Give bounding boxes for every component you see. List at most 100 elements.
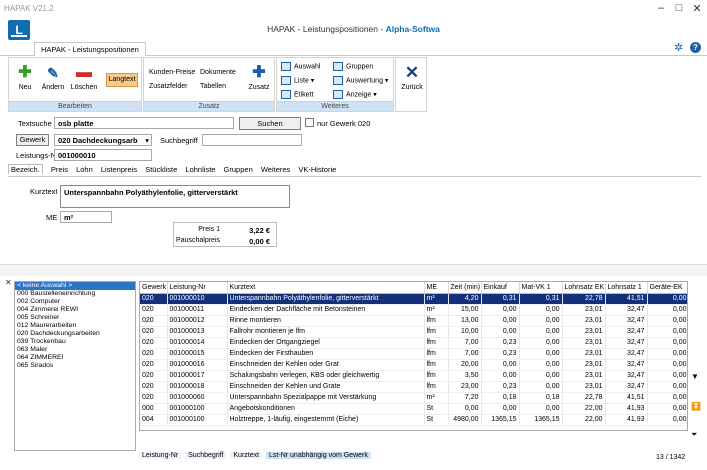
column-header[interactable]: Geräte-EK	[647, 282, 687, 294]
table-row[interactable]: 020 001000017 Schalungsbahn verlegen, KBS …	[140, 370, 687, 382]
suchbegriff-input[interactable]	[202, 134, 302, 146]
column-header[interactable]: Zeit (min)	[448, 282, 482, 294]
sort-tab-suchbegriff[interactable]: Suchbegriff	[185, 452, 227, 459]
leistungen-table: Gewerk Leistung-Nr Kurztext ME Zeit (min) Ein…	[139, 281, 688, 431]
table-cell: 4,20	[448, 293, 482, 305]
table-row[interactable]: 020 001000010 Unterspannbahn Polyäthylenfo…	[140, 293, 687, 305]
auswertung-button[interactable]: Auswertung ▾	[333, 76, 388, 85]
table-row[interactable]: 020 001000060 Unterspannbahn Spezialpappe …	[140, 392, 687, 404]
table-cell: Einschneiden der Kehlen und Grate	[227, 381, 425, 393]
tab-vk-historie[interactable]: VK-Historie	[298, 165, 336, 174]
tab-stueckliste[interactable]: Stückliste	[145, 165, 177, 174]
tab-lohn[interactable]: Lohn	[76, 165, 93, 174]
table-cell: St	[424, 403, 449, 415]
gruppen-button[interactable]: Gruppen	[333, 62, 373, 71]
table-row[interactable]: 020 001000014 Eindecken der Ortgangziegel l…	[140, 337, 687, 349]
table-cell: 001000017	[167, 370, 228, 382]
table-cell: 0,23	[481, 348, 520, 360]
tab-preis[interactable]: Preis	[51, 165, 68, 174]
list-item[interactable]: 039 Trockenbau	[15, 338, 135, 346]
tab-listenpreis[interactable]: Listenpreis	[101, 165, 137, 174]
etikett-button[interactable]: Etikett	[281, 90, 313, 99]
table-cell: 0,00	[647, 315, 687, 327]
tabellen-button[interactable]: Tabellen	[200, 83, 226, 90]
list-item[interactable]: 020 Dachdeckungsarbeiten	[15, 330, 135, 338]
column-header[interactable]: Gewerk	[140, 282, 168, 294]
fast-forward-icon[interactable]: ⏬	[691, 402, 701, 411]
zurueck-button[interactable]: ✕ Zurück	[398, 64, 426, 92]
kurztext-field[interactable]: Unterspannbahn Polyäthylenfolie, gitterv…	[60, 185, 290, 208]
gewerk-button[interactable]: Gewerk	[16, 134, 49, 146]
loeschen-button[interactable]: ▬ Löschen	[69, 64, 99, 91]
list-item[interactable]: < keine Auswahl >	[15, 282, 135, 290]
list-item[interactable]: 063 Maler	[15, 346, 135, 354]
list-item[interactable]: 065 Sirados	[15, 362, 135, 370]
table-cell: 020	[140, 315, 168, 327]
close-window-button[interactable]: ✕	[690, 2, 704, 15]
table-row[interactable]: 020 001000015 Eindecken der Firsthauben lfm…	[140, 348, 687, 360]
table-row[interactable]: 000 001000100 Angebotskonditionen St 0,00 0,0…	[140, 403, 687, 415]
last-arrow-icon[interactable]: ⏷	[691, 430, 697, 440]
me-label: ME	[46, 213, 58, 222]
column-header[interactable]: Mat-VK 1	[519, 282, 563, 294]
zusatz-button[interactable]: ✚ Zusatz	[246, 64, 272, 91]
edit-icon: ✎	[47, 65, 59, 81]
column-header[interactable]: ME	[424, 282, 449, 294]
maximize-button[interactable]: □	[672, 2, 686, 14]
table-cell: 3,50	[448, 370, 482, 382]
aendern-button[interactable]: ✎ Ändern	[39, 64, 67, 91]
langtext-button[interactable]: Langtext	[106, 73, 138, 87]
nur-gewerk-label: nur Gewerk 020	[317, 119, 371, 128]
textsuche-input[interactable]: osb platte	[54, 117, 234, 129]
kunden-preise-button[interactable]: Kunden-Preise	[149, 69, 195, 76]
table-row[interactable]: 020 001000011 Eindecken der Dachfläche mit…	[140, 304, 687, 316]
table-row[interactable]: 020 001000018 Einschneiden der Kehlen und …	[140, 381, 687, 393]
list-item[interactable]: 064 ZIMMEREI	[15, 354, 135, 362]
tab-gruppen[interactable]: Gruppen	[224, 165, 253, 174]
tab-lohnliste[interactable]: Lohnliste	[185, 165, 215, 174]
table-row[interactable]: 020 001000013 Fallrohr montieren je lfm lfm…	[140, 326, 687, 338]
tab-leistungspositionen[interactable]: HAPAK - Leistungspositionen	[34, 42, 146, 56]
column-header[interactable]: Kurztext	[227, 282, 425, 294]
suchen-button[interactable]: Suchen	[239, 117, 301, 130]
column-header[interactable]: Einkauf	[481, 282, 520, 294]
tab-bezeich[interactable]: Bezeich.	[8, 164, 43, 174]
column-header[interactable]: Leistung-Nr	[167, 282, 228, 294]
table-row[interactable]: 004 001000100 Holztreppe, 1-läufig, einges…	[140, 414, 687, 426]
gewerk-select[interactable]: 020 Dachdeckungsarb ▾	[54, 134, 152, 146]
auswahl-button[interactable]: Auswahl	[281, 62, 320, 71]
column-header[interactable]: Lohnsatz 1	[605, 282, 648, 294]
me-field[interactable]: m²	[60, 211, 112, 223]
table-row[interactable]: 020 001000012 Rinne montieren lfm 13,00 0,00 0…	[140, 315, 687, 327]
liste-button[interactable]: Liste ▾	[281, 76, 314, 85]
table-cell: 0,00	[519, 348, 563, 360]
next-arrow-icon[interactable]: ▼	[691, 372, 699, 381]
table-cell: 32,47	[605, 359, 648, 371]
gear-icon[interactable]: ✲	[674, 41, 683, 54]
table-row[interactable]: 020 001000016 Einschneiden der Kehlen oder…	[140, 359, 687, 371]
table-cell: 13,00	[448, 315, 482, 327]
ribbon-caption-zusatz: Zusatz	[144, 101, 274, 111]
list-item[interactable]: 004 Zimmerei REWI	[15, 306, 135, 314]
splitter[interactable]	[0, 264, 707, 276]
table-cell: 001000014	[167, 337, 228, 349]
list-item[interactable]: 012 Maurerarbeiten	[15, 322, 135, 330]
anzeige-button[interactable]: Anzeige ▾	[333, 90, 377, 99]
table-cell: 0,00	[647, 337, 687, 349]
list-item[interactable]: 005 Schreiner	[15, 314, 135, 322]
list-item[interactable]: 002 Computer	[15, 298, 135, 306]
neu-button[interactable]: ✚ Neu	[13, 64, 37, 91]
question-icon[interactable]: ?	[690, 42, 701, 53]
minimize-button[interactable]: –	[654, 2, 668, 14]
tab-weiteres[interactable]: Weiteres	[261, 165, 290, 174]
dokumente-button[interactable]: Dokumente	[200, 69, 236, 76]
sort-tab-kurztext[interactable]: Kurztext	[230, 452, 263, 459]
sort-tab-lstnr[interactable]: Lst-Nr unabhängig vom Gewerk	[266, 452, 371, 459]
close-icon[interactable]: ✕	[5, 278, 12, 287]
list-item[interactable]: 000 Baustelleneinrichtung	[15, 290, 135, 298]
column-header[interactable]: Lohnsatz EK	[562, 282, 606, 294]
nur-gewerk-checkbox[interactable]	[305, 118, 314, 127]
leistungsnr-input[interactable]: 001000010	[54, 149, 152, 161]
zusatzfelder-button[interactable]: Zusatzfelder	[149, 83, 188, 90]
sort-tab-leistungsnr[interactable]: Leistung-Nr	[139, 452, 182, 459]
